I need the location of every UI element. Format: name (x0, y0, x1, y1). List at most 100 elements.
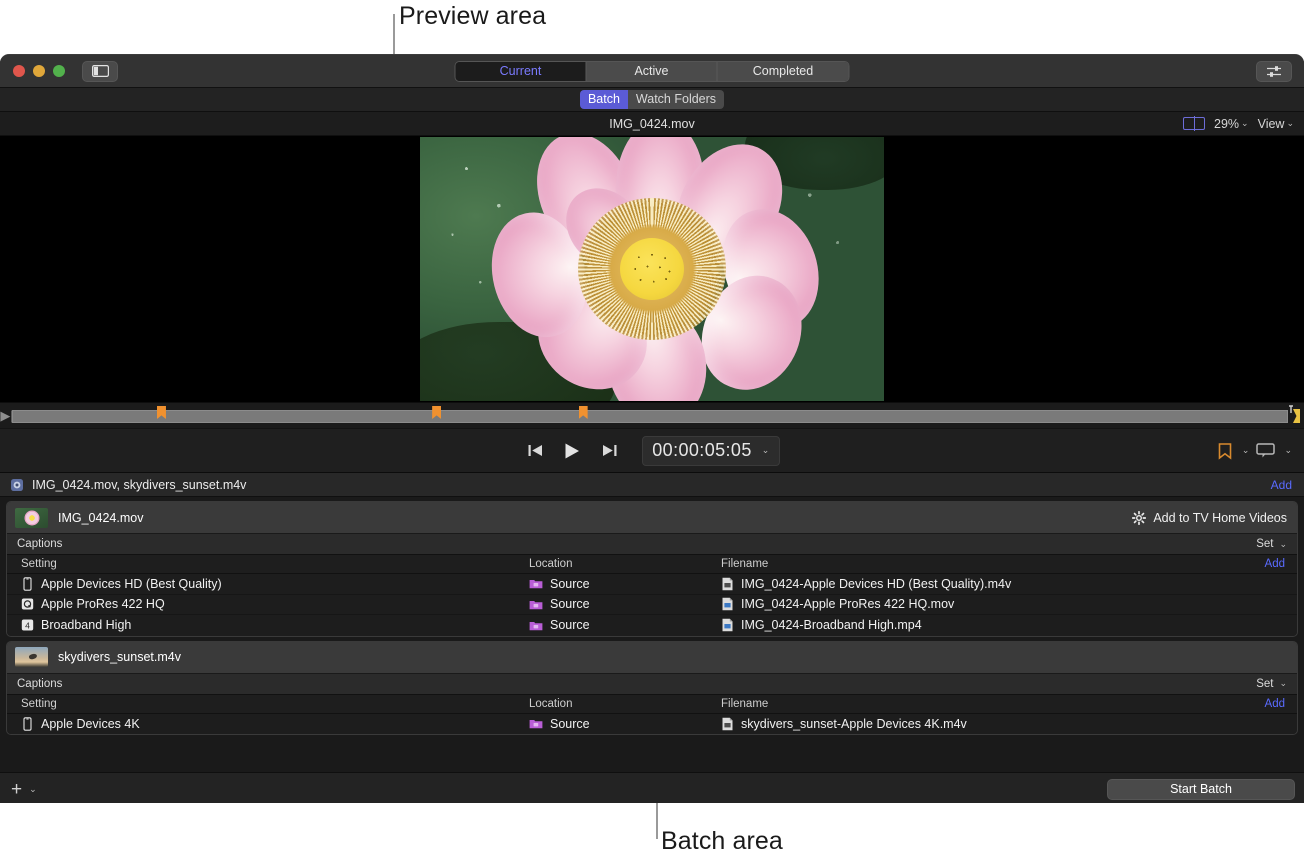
window-titlebar: Current Active Completed (0, 55, 1304, 88)
output-add-link[interactable]: Add (1265, 558, 1285, 570)
status-tabs[interactable]: Current Active Completed (455, 61, 850, 82)
output-filename: IMG_0424-Apple Devices HD (Best Quality)… (741, 577, 1011, 591)
output-setting-name: Broadband High (41, 618, 131, 632)
subtab-batch[interactable]: Batch (580, 90, 628, 109)
lotus-seed-pod (620, 238, 684, 300)
zoom-button[interactable] (53, 65, 65, 77)
subtab-watch-folders[interactable]: Watch Folders (628, 90, 724, 109)
tab-active-label: Active (634, 64, 668, 78)
chevron-down-icon: ⌄ (29, 785, 37, 794)
batch-area: IMG_0424.mov, skydivers_sunset.m4v Add I… (0, 473, 1304, 803)
mov-file-icon (721, 597, 734, 611)
view-menu[interactable]: View ⌄ (1258, 117, 1294, 131)
chevron-down-icon: ⌄ (1241, 118, 1249, 129)
output-row[interactable]: Apple ProRes 422 HQ Source (7, 595, 1297, 616)
output-filename: IMG_0424-Broadband High.mp4 (741, 618, 922, 632)
captions-set-menu[interactable]: Set ⌄ (1256, 538, 1287, 550)
captions-label: Captions (17, 678, 62, 690)
job-action[interactable]: Add to TV Home Videos (1132, 511, 1287, 525)
chevron-down-icon[interactable]: ⌄ (1284, 445, 1292, 456)
transport-controls: 00:00:05:05 ⌄ ⌄ ⌄ (0, 428, 1304, 473)
purple-folder-icon (529, 599, 543, 610)
m4v-file-icon (721, 577, 734, 591)
device-iphone-icon (21, 717, 34, 731)
timeline-marker[interactable] (579, 406, 588, 419)
output-row[interactable]: 4 Broadband High Source (7, 615, 1297, 636)
svg-text:4: 4 (25, 621, 30, 631)
bookmark-marker-icon[interactable] (1217, 442, 1233, 460)
view-menu-label: View (1258, 117, 1285, 131)
output-location-name: Source (550, 577, 590, 591)
sidebar-toggle-icon (92, 65, 109, 77)
job-header[interactable]: skydivers_sunset.m4v (7, 642, 1297, 673)
skip-forward-icon (601, 443, 618, 458)
inspector-toggle-button[interactable] (1256, 61, 1292, 82)
captions-set-menu[interactable]: Set ⌄ (1256, 678, 1287, 690)
chevron-down-icon: ⌄ (1279, 678, 1287, 689)
column-setting: Setting (7, 558, 529, 570)
caption-balloon-icon[interactable] (1256, 442, 1275, 459)
batch-header-title: IMG_0424.mov, skydivers_sunset.m4v (32, 478, 246, 492)
output-row[interactable]: Apple Devices HD (Best Quality) Source (7, 574, 1297, 595)
preview-scrubber[interactable]: ▶| (0, 402, 1304, 428)
window-traffic-lights[interactable] (13, 65, 65, 77)
captions-row[interactable]: Captions Set ⌄ (7, 533, 1297, 554)
preview-header-controls: 29% ⌄ View ⌄ (1183, 117, 1294, 131)
sidebar-toggle-button[interactable] (82, 61, 118, 82)
captions-label: Captions (17, 538, 62, 550)
subtab-watch-folders-label: Watch Folders (636, 92, 716, 106)
batch-mode-tabbar: Batch Watch Folders (0, 88, 1304, 112)
purple-folder-icon (529, 718, 543, 729)
captions-row[interactable]: Captions Set ⌄ (7, 673, 1297, 694)
annotation-batch-area-label: Batch area (661, 827, 783, 856)
batch-add-link[interactable]: Add (1271, 478, 1292, 492)
output-setting-name: Apple Devices HD (Best Quality) (41, 577, 222, 591)
job-card[interactable]: IMG_0424.mov Add to TV Home Videos (6, 501, 1298, 637)
tab-completed[interactable]: Completed (718, 62, 849, 81)
output-location-name: Source (550, 717, 590, 731)
output-row[interactable]: Apple Devices 4K Source (7, 714, 1297, 735)
chevron-down-icon: ⌄ (1286, 118, 1294, 129)
output-location-name: Source (550, 597, 590, 611)
plus-icon: + (11, 780, 22, 799)
zoom-level-menu[interactable]: 29% ⌄ (1214, 117, 1249, 131)
chevron-down-icon[interactable]: ⌄ (1242, 445, 1250, 456)
split-view-icon[interactable] (1183, 117, 1205, 130)
start-batch-button[interactable]: Start Batch (1107, 779, 1295, 800)
batch-header[interactable]: IMG_0424.mov, skydivers_sunset.m4v Add (0, 473, 1304, 497)
preview-area[interactable] (0, 136, 1304, 402)
timecode-field[interactable]: 00:00:05:05 ⌄ (642, 436, 779, 466)
scrubber-track[interactable] (12, 410, 1288, 423)
m4v-file-icon (721, 717, 734, 731)
skip-to-end-button[interactable] (598, 441, 620, 461)
close-button[interactable] (13, 65, 25, 77)
minimize-button[interactable] (33, 65, 45, 77)
timeline-marker[interactable] (157, 406, 166, 419)
chevron-down-icon: ⌄ (762, 445, 770, 456)
transport-right-controls: ⌄ ⌄ (1217, 442, 1292, 460)
preview-video-frame (420, 137, 884, 401)
tab-current[interactable]: Current (456, 62, 587, 81)
job-card[interactable]: skydivers_sunset.m4v Captions Set ⌄ Sett… (6, 641, 1298, 736)
tab-active[interactable]: Active (587, 62, 718, 81)
output-filename: IMG_0424-Apple ProRes 422 HQ.mov (741, 597, 954, 611)
play-button[interactable] (561, 441, 583, 461)
timeline-marker[interactable] (432, 406, 441, 419)
subtab-batch-label: Batch (588, 92, 620, 106)
playhead-marker-icon[interactable] (1288, 405, 1301, 427)
output-add-link[interactable]: Add (1265, 698, 1285, 710)
add-job-button[interactable]: + ⌄ (11, 780, 37, 799)
job-header[interactable]: IMG_0424.mov Add to TV Home Videos (7, 502, 1297, 533)
timecode-value: 00:00:05:05 (652, 440, 752, 461)
batch-bottom-toolbar: + ⌄ Start Batch (0, 772, 1304, 803)
skip-to-start-button[interactable] (524, 441, 546, 461)
job-thumbnail (15, 508, 48, 528)
captions-set-label: Set (1256, 538, 1273, 550)
prores-badge-icon (21, 597, 34, 611)
batch-mode-segmented[interactable]: Batch Watch Folders (580, 90, 724, 109)
start-batch-label: Start Batch (1170, 782, 1232, 796)
column-setting: Setting (7, 698, 529, 710)
playback-buttons (524, 441, 620, 461)
sliders-icon (1266, 65, 1282, 78)
preview-header: IMG_0424.mov 29% ⌄ View ⌄ (0, 112, 1304, 136)
